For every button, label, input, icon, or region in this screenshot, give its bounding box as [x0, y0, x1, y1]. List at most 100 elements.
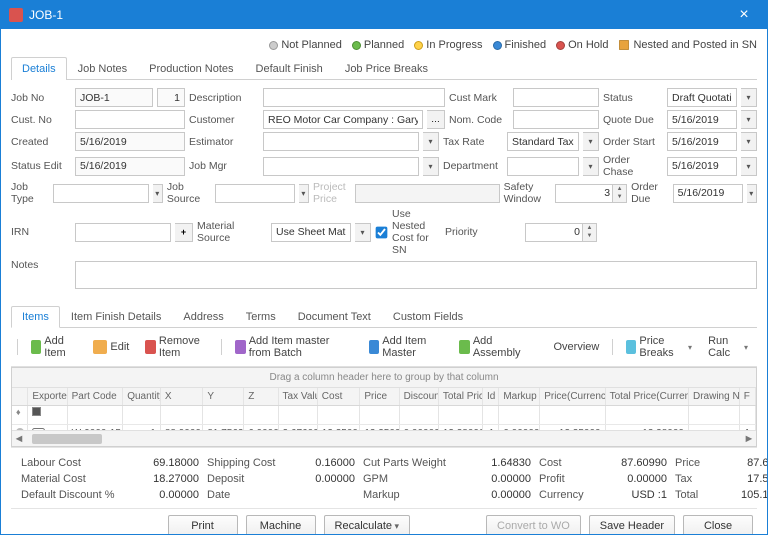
department-dropdown-icon[interactable]: ▾: [583, 157, 599, 176]
tab-job-notes[interactable]: Job Notes: [67, 57, 139, 80]
subtab-items[interactable]: Items: [11, 306, 60, 328]
close-icon[interactable]: ×: [729, 6, 759, 24]
col-exported[interactable]: Exported: [28, 388, 67, 405]
close-button[interactable]: Close: [683, 515, 753, 534]
job-mgr-field[interactable]: [263, 157, 419, 176]
col-id[interactable]: Id: [483, 388, 499, 405]
tab-production-notes[interactable]: Production Notes: [138, 57, 244, 80]
customer-lookup-icon[interactable]: …: [427, 110, 445, 129]
tab-default-finish[interactable]: Default Finish: [245, 57, 334, 80]
scroll-thumb[interactable]: [32, 434, 102, 444]
machine-button[interactable]: Machine: [246, 515, 316, 534]
tab-details[interactable]: Details: [11, 57, 67, 80]
add-item-button[interactable]: Add Item: [26, 332, 83, 362]
app-icon: [9, 8, 23, 22]
cust-mark-field[interactable]: [513, 88, 599, 107]
subtab-doc-text[interactable]: Document Text: [287, 306, 382, 328]
subtab-custom[interactable]: Custom Fields: [382, 306, 474, 328]
customer-label: Customer: [189, 114, 259, 126]
order-chase-field[interactable]: [667, 157, 737, 176]
job-source-dropdown-icon[interactable]: ▾: [299, 184, 309, 203]
subtab-item-finish[interactable]: Item Finish Details: [60, 306, 172, 328]
cust-no-field[interactable]: [75, 110, 185, 129]
status-field[interactable]: [667, 88, 737, 107]
col-cost[interactable]: Cost: [318, 388, 361, 405]
irn-add-icon[interactable]: +: [175, 223, 193, 242]
titlebar[interactable]: JOB-1 ×: [1, 1, 767, 29]
irn-field[interactable]: [75, 223, 171, 242]
scroll-right-icon[interactable]: ►: [742, 433, 756, 445]
col-price-cur[interactable]: Price(Currency): [540, 388, 605, 405]
tab-price-breaks[interactable]: Job Price Breaks: [334, 57, 439, 80]
subtab-terms[interactable]: Terms: [235, 306, 287, 328]
col-discount[interactable]: Discount: [400, 388, 439, 405]
col-total-price[interactable]: Total Price: [439, 388, 483, 405]
overview-button[interactable]: Overview: [548, 338, 604, 356]
job-no-field[interactable]: [75, 88, 153, 107]
remove-item-button[interactable]: Remove Item: [140, 332, 213, 362]
material-cost-label: Material Cost: [21, 473, 131, 485]
description-field[interactable]: [263, 88, 445, 107]
quote-due-field[interactable]: [667, 110, 737, 129]
priority-field[interactable]: [525, 223, 583, 242]
order-chase-label: Order Chase: [603, 154, 663, 178]
irn-label: IRN: [11, 226, 71, 238]
quote-due-dropdown-icon[interactable]: ▾: [741, 110, 757, 129]
add-master-button[interactable]: Add Item Master: [364, 332, 449, 362]
col-quantity[interactable]: Quantity: [123, 388, 161, 405]
add-batch-button[interactable]: Add Item master from Batch: [230, 332, 358, 362]
col-price[interactable]: Price: [360, 388, 399, 405]
created-field[interactable]: [75, 132, 185, 151]
status-edit-field[interactable]: [75, 157, 185, 176]
job-source-field[interactable]: [215, 184, 295, 203]
edit-button[interactable]: Edit: [88, 337, 134, 357]
print-button[interactable]: Print: [168, 515, 238, 534]
run-calc-button[interactable]: Run Calc ▾: [703, 332, 753, 362]
grid-filter-row[interactable]: ♦: [12, 406, 756, 425]
col-total-price-cur[interactable]: Total Price(Currency): [606, 388, 689, 405]
grid-hscroll[interactable]: ◄ ►: [12, 430, 756, 446]
job-mgr-dropdown-icon[interactable]: ▾: [423, 157, 439, 176]
col-f[interactable]: F: [740, 388, 756, 405]
col-z[interactable]: Z: [244, 388, 278, 405]
col-part-code[interactable]: Part Code: [68, 388, 124, 405]
notes-field[interactable]: [75, 261, 757, 289]
estimator-field[interactable]: [263, 132, 419, 151]
tax-rate-field[interactable]: [507, 132, 579, 151]
estimator-dropdown-icon[interactable]: ▾: [423, 132, 439, 151]
col-markup[interactable]: Markup: [499, 388, 540, 405]
material-source-dropdown-icon[interactable]: ▾: [355, 223, 371, 242]
use-nested-checkbox[interactable]: [376, 226, 388, 238]
subtab-address[interactable]: Address: [172, 306, 234, 328]
legend-nested: Nested and Posted in SN: [633, 39, 757, 51]
col-drawing-no[interactable]: Drawing No: [689, 388, 740, 405]
priority-stepper[interactable]: ▲▼: [583, 223, 597, 242]
order-due-field[interactable]: [673, 184, 743, 203]
job-no-sub-field[interactable]: [157, 88, 185, 107]
order-start-dropdown-icon[interactable]: ▾: [741, 132, 757, 151]
nom-code-field[interactable]: [513, 110, 599, 129]
save-header-button[interactable]: Save Header: [589, 515, 675, 534]
col-y[interactable]: Y: [203, 388, 244, 405]
add-assembly-button[interactable]: Add Assembly: [454, 332, 530, 362]
status-dropdown-icon[interactable]: ▾: [741, 88, 757, 107]
safety-window-field[interactable]: [555, 184, 613, 203]
order-start-field[interactable]: [667, 132, 737, 151]
group-hint[interactable]: Drag a column header here to group by th…: [12, 368, 756, 388]
job-no-label: Job No: [11, 92, 71, 104]
department-field[interactable]: [507, 157, 579, 176]
col-tax-value[interactable]: Tax Value: [279, 388, 318, 405]
price-breaks-button[interactable]: Price Breaks ▾: [621, 332, 697, 362]
safety-window-stepper[interactable]: ▲▼: [613, 184, 627, 203]
customer-field[interactable]: [263, 110, 423, 129]
col-indicator[interactable]: [12, 388, 28, 405]
job-type-dropdown-icon[interactable]: ▾: [153, 184, 163, 203]
order-due-dropdown-icon[interactable]: ▾: [747, 184, 757, 203]
recalculate-button[interactable]: Recalculate: [324, 515, 411, 534]
scroll-left-icon[interactable]: ◄: [12, 433, 26, 445]
material-source-field[interactable]: [271, 223, 351, 242]
tax-rate-dropdown-icon[interactable]: ▾: [583, 132, 599, 151]
job-type-field[interactable]: [53, 184, 149, 203]
col-x[interactable]: X: [161, 388, 204, 405]
order-chase-dropdown-icon[interactable]: ▾: [741, 157, 757, 176]
